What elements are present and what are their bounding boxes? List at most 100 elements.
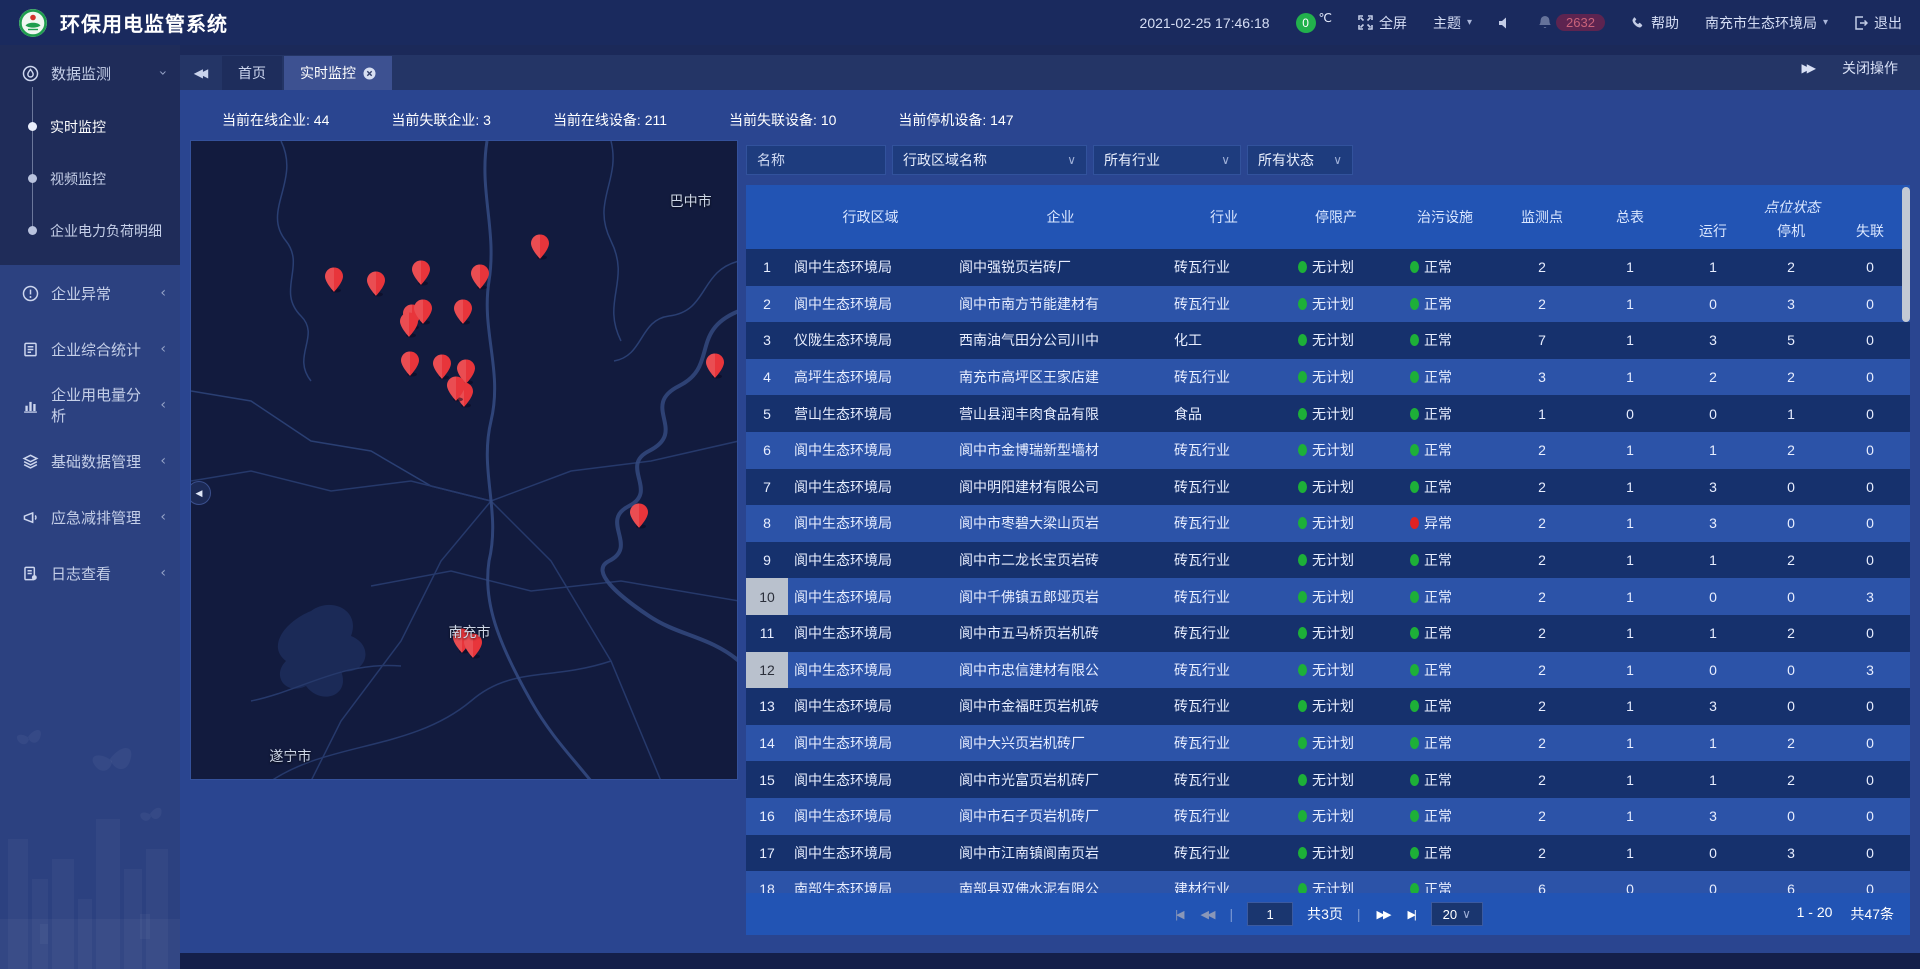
cell-lost: 0 [1830, 432, 1910, 469]
scrollbar-thumb[interactable] [1902, 187, 1910, 322]
table-scrollbar[interactable] [1902, 185, 1910, 893]
map-pin-icon[interactable] [629, 503, 649, 529]
cell-facility-status: 正常 [1392, 542, 1498, 579]
status-filter-select[interactable]: 所有状态∨ [1247, 145, 1353, 175]
industry-filter-select[interactable]: 所有行业∨ [1093, 145, 1241, 175]
table-row[interactable]: 3仪陇生态环境局西南油气田分公司川中化工无计划正常71350 [746, 322, 1910, 359]
map-panel[interactable]: 巴中市南充市遂宁市 ◀ [190, 140, 738, 780]
sidebar-item-power-analysis[interactable]: 企业用电量分析 ‹ [0, 377, 180, 433]
map-city-label: 遂宁市 [269, 746, 311, 766]
cell-industry: 砖瓦行业 [1168, 688, 1280, 725]
table-row[interactable]: 14阆中生态环境局阆中大兴页岩机砖厂砖瓦行业无计划正常21120 [746, 725, 1910, 762]
notifications-button[interactable]: 2632 [1538, 14, 1605, 31]
map-pin-icon[interactable] [705, 353, 725, 379]
map-pin-icon[interactable] [324, 267, 344, 293]
cell-region: 阆中生态环境局 [788, 578, 953, 615]
table-row[interactable]: 9阆中生态环境局阆中市二龙长宝页岩砖砖瓦行业无计划正常21120 [746, 542, 1910, 579]
volume-button[interactable] [1498, 16, 1512, 30]
first-page-button[interactable]: |◀ [1173, 908, 1184, 921]
chevron-down-icon: ‹ [155, 70, 171, 76]
sidebar-item-emergency-reduction[interactable]: 应急减排管理 ‹ [0, 489, 180, 545]
table-row[interactable]: 7阆中生态环境局阆中明阳建材有限公司砖瓦行业无计划正常21300 [746, 469, 1910, 506]
table-row[interactable]: 2阆中生态环境局阆中市南方节能建材有砖瓦行业无计划正常21030 [746, 286, 1910, 323]
close-operations-button[interactable]: 关闭操作 [1842, 58, 1898, 78]
org-dropdown[interactable]: 南充市生态环境局▾ [1705, 13, 1828, 33]
sidebar-item-data-monitoring[interactable]: 数据监测 ‹ [0, 45, 180, 101]
fullscreen-button[interactable]: 全屏 [1358, 13, 1407, 33]
prev-page-button[interactable]: ◀◀ [1199, 908, 1216, 921]
sidebar-item-power-load-detail[interactable]: 企业电力负荷明细 [0, 205, 180, 257]
map-pin-icon[interactable] [453, 299, 473, 325]
map-pin-icon[interactable] [530, 234, 550, 260]
name-filter-input[interactable] [746, 145, 886, 175]
cell-company: 阆中市二龙长宝页岩砖 [953, 542, 1168, 579]
table-row[interactable]: 12阆中生态环境局阆中市忠信建材有限公砖瓦行业无计划正常21003 [746, 652, 1910, 689]
tab-home[interactable]: 首页 [222, 56, 282, 90]
sidebar-item-enterprise-abnormal[interactable]: 企业异常 ‹ [0, 265, 180, 321]
tab-realtime-monitoring[interactable]: 实时监控 [284, 56, 392, 90]
cell-facility-status: 正常 [1392, 798, 1498, 835]
theme-dropdown[interactable]: 主题▾ [1433, 13, 1472, 33]
map-pin-icon[interactable] [366, 271, 386, 297]
tabs-scroll-left-button[interactable]: ◀◀ [180, 56, 222, 90]
map-pin-icon[interactable] [470, 264, 490, 290]
cell-region: 高坪生态环境局 [788, 359, 953, 396]
table-row[interactable]: 10阆中生态环境局阆中千佛镇五郎垭页岩砖瓦行业无计划正常21003 [746, 578, 1910, 615]
next-page-button[interactable]: ▶▶ [1375, 908, 1392, 921]
cell-index: 18 [746, 871, 788, 893]
sidebar-item-log-view[interactable]: 日志查看 ‹ [0, 545, 180, 601]
cell-index: 4 [746, 359, 788, 396]
table-row[interactable]: 1阆中生态环境局阆中强锐页岩砖厂砖瓦行业无计划正常21120 [746, 249, 1910, 286]
table-row[interactable]: 4高坪生态环境局南充市高坪区王家店建砖瓦行业无计划正常31220 [746, 359, 1910, 396]
cell-company: 阆中明阳建材有限公司 [953, 469, 1168, 506]
table-row[interactable]: 8阆中生态环境局阆中市枣碧大梁山页岩砖瓦行业无计划异常21300 [746, 505, 1910, 542]
help-button[interactable]: 帮助 [1631, 13, 1679, 33]
table-row[interactable]: 5营山生态环境局营山县润丰肉食品有限食品无计划正常10010 [746, 395, 1910, 432]
cell-monitor-points: 2 [1498, 725, 1586, 762]
sidebar-item-realtime-monitoring[interactable]: 实时监控 [0, 101, 180, 153]
page-size-select[interactable]: 20∨ [1431, 902, 1483, 926]
region-filter-select[interactable]: 行政区域名称∨ [892, 145, 1087, 175]
page-number-input[interactable] [1247, 902, 1293, 926]
close-icon[interactable] [363, 67, 376, 80]
cell-monitor-points: 2 [1498, 249, 1586, 286]
logout-button[interactable]: 退出 [1854, 13, 1902, 33]
cell-index: 8 [746, 505, 788, 542]
cell-stop: 0 [1752, 469, 1830, 506]
cell-region: 阆中生态环境局 [788, 761, 953, 798]
status-dot-icon [1298, 883, 1307, 893]
chevron-down-icon: ∨ [1221, 153, 1230, 167]
sidebar-item-video-monitoring[interactable]: 视频监控 [0, 153, 180, 205]
map-pin-icon[interactable] [400, 351, 420, 377]
status-dot-icon [1298, 517, 1307, 529]
status-dot-icon [1298, 847, 1307, 859]
cell-industry: 砖瓦行业 [1168, 432, 1280, 469]
table-row[interactable]: 18南部生态环境局南部县双佛水泥有限公建材行业无计划正常60060 [746, 871, 1910, 893]
right-panel: 行政区域名称∨ 所有行业∨ 所有状态∨ 行政区域 企业 行业 停限产 治污设施 … [746, 140, 1910, 935]
cell-stop: 0 [1752, 505, 1830, 542]
tabs-scroll-right-button[interactable]: ▶▶ [1802, 61, 1816, 75]
stats-bar: 当前在线企业: 44当前失联企业: 3当前在线设备: 211当前失联设备: 10… [222, 110, 1014, 130]
page-title: 环保用电监管系统 [60, 8, 228, 37]
chevron-down-icon: ∨ [1333, 153, 1342, 167]
map-pin-icon[interactable] [446, 376, 466, 402]
cell-region: 阆中生态环境局 [788, 542, 953, 579]
sidebar-item-enterprise-statistics[interactable]: 企业综合统计 ‹ [0, 321, 180, 377]
map-pin-icon[interactable] [411, 260, 431, 286]
table-row[interactable]: 15阆中生态环境局阆中市光富页岩机砖厂砖瓦行业无计划正常21120 [746, 761, 1910, 798]
table-row[interactable]: 6阆中生态环境局阆中市金博瑞新型墙材砖瓦行业无计划正常21120 [746, 432, 1910, 469]
cell-total-meter: 1 [1586, 359, 1674, 396]
table-row[interactable]: 13阆中生态环境局阆中市金福旺页岩机砖砖瓦行业无计划正常21300 [746, 688, 1910, 725]
sidebar-submenu: 实时监控 视频监控 企业电力负荷明细 [0, 101, 180, 257]
table-row[interactable]: 11阆中生态环境局阆中市五马桥页岩机砖砖瓦行业无计划正常21120 [746, 615, 1910, 652]
table-row[interactable]: 16阆中生态环境局阆中市石子页岩机砖厂砖瓦行业无计划正常21300 [746, 798, 1910, 835]
sidebar-item-basic-data[interactable]: 基础数据管理 ‹ [0, 433, 180, 489]
map-pin-icon[interactable] [399, 312, 419, 338]
cell-facility-status: 正常 [1392, 615, 1498, 652]
log-gear-icon [22, 565, 39, 582]
bar-chart-icon [22, 397, 39, 414]
cell-stop: 0 [1752, 798, 1830, 835]
range-label: 1 - 20 [1797, 904, 1833, 924]
last-page-button[interactable]: ▶| [1405, 908, 1416, 921]
table-row[interactable]: 17阆中生态环境局阆中市江南镇阆南页岩砖瓦行业无计划正常21030 [746, 835, 1910, 872]
